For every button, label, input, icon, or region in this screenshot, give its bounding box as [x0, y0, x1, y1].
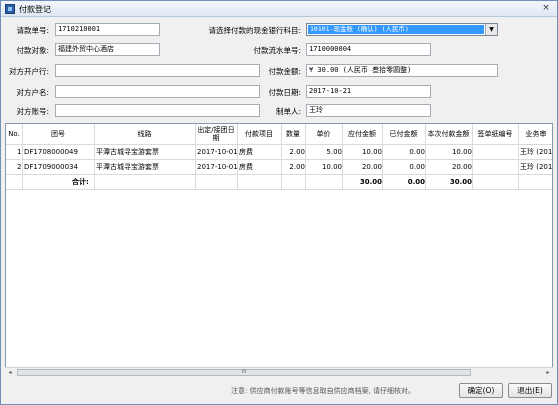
opp-name-label: 对方户名:	[16, 88, 49, 97]
col-header-qty[interactable]: 数量	[281, 124, 305, 144]
col-header-date[interactable]: 出定/接团日期	[195, 124, 237, 144]
cell-date: 2017-10-01	[197, 148, 238, 156]
cell-route: 平潭古城寻宝游套票	[96, 148, 159, 156]
serial-no-label: 付款流水单号:	[253, 46, 301, 55]
col-header-paid[interactable]: 已付金额	[382, 124, 425, 144]
cell-payable: 10.00	[361, 148, 382, 156]
scroll-right-icon[interactable]: ▸	[543, 368, 553, 377]
footer-note: 注意: 供应商付款账号等信息取自供应商档案, 请仔细核对。	[231, 387, 416, 395]
col-header-no[interactable]: No.	[6, 124, 22, 144]
col-header-group[interactable]: 团号	[22, 124, 94, 144]
cell-item: 房费	[239, 163, 253, 171]
cell-this-pay: 10.00	[451, 148, 472, 156]
payee-field[interactable]: 福建外贸中心酒店	[55, 43, 160, 56]
chevron-down-icon[interactable]: ▼	[485, 24, 497, 35]
cell-clerk: 王玲 (2017-	[520, 163, 553, 171]
total-paid: 0.00	[407, 178, 425, 186]
opp-account-label: 对方账号:	[16, 107, 49, 116]
col-header-clerk[interactable]: 业务审	[518, 124, 552, 144]
amount-field[interactable]: ¥ 30.00 (人民币 叁拾零圆整)	[306, 64, 498, 77]
cell-no: 1	[17, 148, 22, 156]
cell-paid: 0.00	[409, 163, 425, 171]
cell-item: 房费	[239, 148, 253, 156]
payment-items-table[interactable]: No. 团号 线路 出定/接团日期 付款项目 数量 单价 应付金额 已付金额 本…	[5, 123, 553, 377]
cell-this-pay: 20.00	[451, 163, 472, 171]
bank-label: 请选择付款的现金银行科目:	[208, 26, 301, 35]
exit-button[interactable]: 退出(E)	[508, 383, 552, 398]
col-header-sign[interactable]: 签单纸编号	[472, 124, 518, 144]
bank-select-value: 10101-现金账 (确认) (人民币)	[308, 25, 484, 34]
opp-account-field[interactable]	[55, 104, 260, 117]
cell-qty: 2.00	[289, 148, 305, 156]
col-header-payable[interactable]: 应付金额	[342, 124, 382, 144]
col-header-route[interactable]: 线路	[94, 124, 195, 144]
total-payable: 30.00	[359, 178, 382, 186]
total-this-pay: 30.00	[449, 178, 472, 186]
cell-paid: 0.00	[409, 148, 425, 156]
cell-qty: 2.00	[289, 163, 305, 171]
creator-label: 制单人:	[275, 107, 301, 116]
cell-clerk: 王玲 (2017-	[520, 148, 553, 156]
cell-price: 5.00	[326, 148, 342, 156]
pay-date-field[interactable]: 2017-10-21	[306, 85, 431, 98]
amount-label: 付款金额:	[268, 67, 301, 76]
creator-field[interactable]: 王玲	[306, 104, 431, 117]
scroll-left-icon[interactable]: ◂	[5, 368, 15, 377]
col-header-item[interactable]: 付款项目	[237, 124, 281, 144]
opp-name-field[interactable]	[55, 85, 260, 98]
cell-group: DF1709000034	[24, 163, 78, 171]
window-title: 付款登记	[19, 5, 51, 14]
cell-price: 10.00	[321, 163, 342, 171]
cell-no: 2	[17, 163, 22, 171]
title-bar: 付款登记 ×	[1, 1, 557, 17]
opp-bank-field[interactable]	[55, 64, 260, 77]
confirm-button[interactable]: 确定(O)	[459, 383, 503, 398]
close-button[interactable]: ×	[539, 3, 553, 15]
order-no-label: 请款单号:	[16, 26, 49, 35]
serial-no-field[interactable]: 1710000004	[306, 43, 431, 56]
bank-select[interactable]: 10101-现金账 (确认) (人民币) ▼	[306, 23, 498, 36]
col-header-this-pay[interactable]: 本次付款金额	[425, 124, 472, 144]
horizontal-scrollbar[interactable]: ◂ III ▸	[5, 367, 553, 377]
app-icon	[5, 4, 15, 14]
scrollbar-thumb[interactable]: III	[17, 369, 471, 376]
total-label: 合计:	[72, 178, 89, 186]
cell-date: 2017-10-01	[197, 163, 238, 171]
col-header-price[interactable]: 单价	[305, 124, 342, 144]
pay-date-label: 付款日期:	[268, 88, 301, 97]
cell-group: DF1708000049	[24, 148, 78, 156]
cell-route: 平潭古城寻宝游套票	[96, 163, 159, 171]
payee-label: 付款对象:	[16, 46, 49, 55]
payment-registration-window: 付款登记 × 请款单号: 1710210001 付款对象: 福建外贸中心酒店 对…	[0, 0, 558, 405]
opp-bank-label: 对方开户行:	[8, 67, 49, 76]
order-no-field[interactable]: 1710210001	[55, 23, 160, 36]
cell-payable: 20.00	[361, 163, 382, 171]
